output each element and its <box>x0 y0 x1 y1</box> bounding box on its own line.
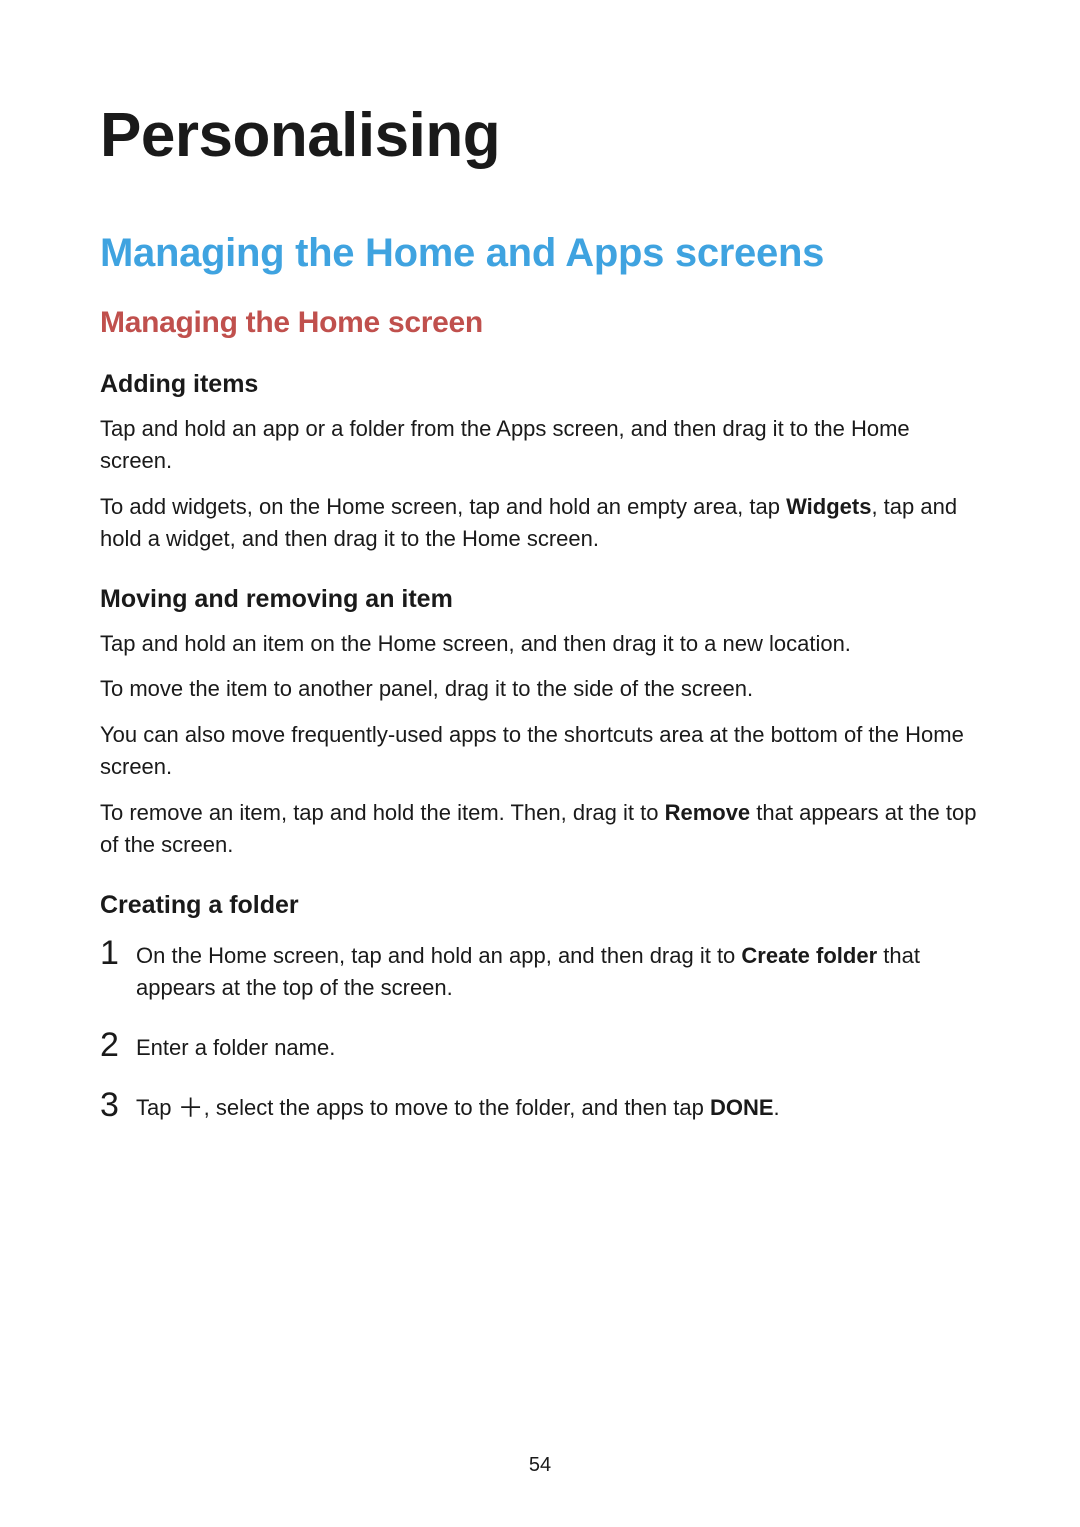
text: . <box>774 1095 780 1120</box>
sub-section-title: Managing the Home screen <box>100 306 980 340</box>
plus-icon: ＋ <box>178 1093 204 1123</box>
text: , select the apps to move to the folder,… <box>204 1095 710 1120</box>
paragraph: Tap and hold an item on the Home screen,… <box>100 628 980 660</box>
step-text: Enter a folder name. <box>136 1032 335 1064</box>
step-item: 3 Tap ＋, select the apps to move to the … <box>100 1092 980 1124</box>
heading-adding-items: Adding items <box>100 370 980 399</box>
page-number: 54 <box>0 1454 1080 1477</box>
step-item: 1 On the Home screen, tap and hold an ap… <box>100 940 980 1004</box>
section-title: Managing the Home and Apps screens <box>100 231 980 276</box>
chapter-title: Personalising <box>100 100 980 171</box>
step-number: 1 <box>100 936 136 970</box>
text: On the Home screen, tap and hold an app,… <box>136 943 741 968</box>
paragraph: Tap and hold an app or a folder from the… <box>100 413 980 477</box>
step-list: 1 On the Home screen, tap and hold an ap… <box>100 940 980 1124</box>
paragraph: To remove an item, tap and hold the item… <box>100 797 980 861</box>
step-text: On the Home screen, tap and hold an app,… <box>136 940 980 1004</box>
paragraph: You can also move frequently-used apps t… <box>100 719 980 783</box>
paragraph: To add widgets, on the Home screen, tap … <box>100 491 980 555</box>
step-item: 2 Enter a folder name. <box>100 1032 980 1064</box>
bold-text: DONE <box>710 1095 774 1120</box>
bold-text: Widgets <box>786 494 871 519</box>
text: Tap <box>136 1095 178 1120</box>
page: Personalising Managing the Home and Apps… <box>0 0 1080 1527</box>
paragraph: To move the item to another panel, drag … <box>100 673 980 705</box>
bold-text: Remove <box>665 800 751 825</box>
heading-creating-folder: Creating a folder <box>100 891 980 920</box>
bold-text: Create folder <box>741 943 877 968</box>
text: To add widgets, on the Home screen, tap … <box>100 494 786 519</box>
heading-moving-removing: Moving and removing an item <box>100 585 980 614</box>
step-text: Tap ＋, select the apps to move to the fo… <box>136 1092 780 1124</box>
step-number: 3 <box>100 1088 136 1122</box>
text: To remove an item, tap and hold the item… <box>100 800 665 825</box>
step-number: 2 <box>100 1028 136 1062</box>
